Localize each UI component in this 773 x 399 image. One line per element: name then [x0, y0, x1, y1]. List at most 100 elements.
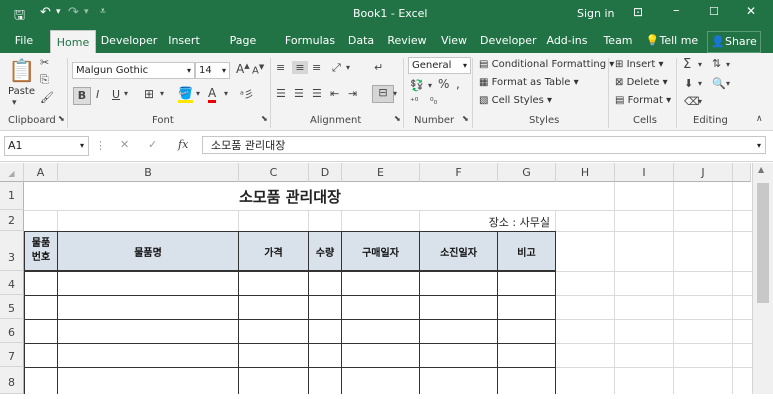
column-header-h[interactable]: H — [556, 163, 615, 182]
column-header-a[interactable]: A — [24, 163, 58, 182]
row-header-4[interactable]: 4 — [0, 271, 24, 295]
header-notes[interactable]: 비고 — [497, 231, 556, 271]
clipboard-launcher-icon[interactable]: ⬊ — [58, 114, 65, 123]
tab-add-ins[interactable]: Add-ins — [546, 29, 588, 53]
cell-styles-button[interactable]: ▧ Cell Styles ▾ — [479, 95, 552, 106]
header-price[interactable]: 가격 — [238, 231, 309, 271]
find-dropdown-icon[interactable]: ▾ — [726, 79, 730, 88]
top-align-icon[interactable]: ≡ — [276, 61, 285, 74]
scrollbar-thumb[interactable] — [757, 183, 769, 303]
decrease-font-icon[interactable]: A▼ — [252, 63, 264, 76]
font-name-select[interactable]: Malgun Gothic ▾ — [72, 62, 195, 79]
increase-font-icon[interactable]: A▲ — [236, 62, 250, 76]
column-header-j[interactable]: J — [674, 163, 733, 182]
clear-dropdown-icon[interactable]: ▾ — [698, 97, 702, 106]
bold-button[interactable]: B — [73, 87, 91, 105]
paste-label[interactable]: Paste — [8, 86, 35, 97]
column-header-d[interactable]: D — [309, 163, 342, 182]
maximize-icon[interactable]: ☐ — [709, 5, 719, 18]
worksheet-grid[interactable]: ◢ A B C D E F G H I J ▲ 1 2 3 4 5 6 7 8 … — [0, 163, 773, 394]
row-header-2[interactable]: 2 — [0, 210, 24, 231]
name-box[interactable]: A1 ▾ — [4, 136, 89, 156]
location-cell[interactable]: 장소 : 사무실 — [440, 214, 550, 230]
row-header-5[interactable]: 5 — [0, 295, 24, 319]
decrease-indent-icon[interactable]: ⇤ — [330, 87, 339, 100]
delete-cells-button[interactable]: ⊠ Delete ▾ — [615, 77, 668, 88]
minimize-icon[interactable]: – — [673, 3, 680, 18]
format-as-table-button[interactable]: ▦ Format as Table ▾ — [479, 77, 579, 88]
align-right-icon[interactable]: ☰ — [312, 87, 322, 100]
column-header-e[interactable]: E — [342, 163, 420, 182]
undo-dropdown-icon[interactable]: ▾ — [56, 7, 61, 17]
header-item-number[interactable]: 물품 번호 — [24, 231, 58, 271]
tab-file[interactable]: File — [8, 29, 40, 53]
bottom-align-icon[interactable]: ≡ — [312, 61, 321, 74]
paste-dropdown-icon[interactable]: ▾ — [12, 98, 17, 108]
format-painter-icon[interactable]: 🖌 — [40, 91, 54, 104]
cut-icon[interactable]: ✂ — [40, 56, 49, 69]
share-button[interactable]: 👤Share — [707, 31, 761, 53]
redo-dropdown-icon[interactable]: ▾ — [84, 7, 89, 17]
conditional-formatting-button[interactable]: ▤ Conditional Formatting ▾ — [479, 59, 614, 70]
column-header-c[interactable]: C — [239, 163, 309, 182]
clipboard-paste-icon[interactable]: 📋 — [8, 59, 35, 84]
header-used-up-date[interactable]: 소진일자 — [419, 231, 498, 271]
wrap-text-icon[interactable]: ↵ — [374, 61, 383, 74]
tab-review[interactable]: Review — [386, 29, 428, 53]
collapse-ribbon-icon[interactable]: ∧ — [756, 114, 763, 124]
alignment-launcher-icon[interactable]: ⬊ — [394, 114, 401, 123]
align-left-icon[interactable]: ☰ — [276, 87, 286, 100]
scroll-up-icon[interactable]: ▲ — [758, 165, 764, 174]
autosum-dropdown-icon[interactable]: ▾ — [698, 60, 702, 69]
header-item-name[interactable]: 물품명 — [57, 231, 239, 271]
increase-decimal-icon[interactable]: ⁺⁰ — [410, 97, 418, 107]
enter-icon[interactable]: ✓ — [148, 138, 157, 151]
number-format-select[interactable]: General ▾ — [408, 57, 471, 74]
orientation-icon[interactable]: ⤢ — [332, 61, 341, 75]
formula-input[interactable]: 소모품 관리대장 ▾ — [202, 136, 766, 154]
font-size-select[interactable]: 14 ▾ — [195, 62, 230, 79]
tell-me-box[interactable]: 💡Tell me — [644, 29, 700, 53]
customize-qat-icon[interactable]: ⩡ — [100, 6, 106, 17]
row-header-7[interactable]: 7 — [0, 343, 24, 367]
header-purchase-date[interactable]: 구매일자 — [341, 231, 420, 271]
column-header-b[interactable]: B — [58, 163, 239, 182]
save-icon[interactable]: 🖫 — [14, 6, 25, 28]
fill-color-icon[interactable]: 🪣 — [178, 86, 193, 103]
font-color-dropdown-icon[interactable]: ▾ — [224, 89, 228, 98]
tab-developer[interactable]: Developer — [100, 29, 158, 53]
percent-icon[interactable]: % — [438, 77, 449, 91]
ribbon-display-icon[interactable]: ⊡ — [633, 5, 643, 19]
column-header-i[interactable]: I — [615, 163, 674, 182]
row-header-8[interactable]: 8 — [0, 367, 24, 394]
more-options-icon[interactable]: ⋮ — [95, 139, 106, 152]
tab-home[interactable]: Home — [50, 30, 96, 54]
underline-dropdown-icon[interactable]: ▾ — [124, 89, 128, 98]
sign-in-link[interactable]: Sign in — [577, 7, 615, 20]
merged-title-cell[interactable]: 소모품 관리대장 — [24, 182, 556, 210]
tab-page-layout[interactable]: Page Layout — [212, 29, 274, 71]
tab-data[interactable]: Data — [346, 29, 376, 53]
italic-button[interactable]: I — [96, 88, 99, 101]
close-icon[interactable]: ✕ — [746, 4, 756, 18]
column-header-partial[interactable] — [733, 163, 751, 182]
middle-align-icon[interactable]: ≡ — [292, 61, 308, 74]
phonetic-icon[interactable]: ᵃ彡 — [240, 86, 254, 101]
underline-button[interactable]: U — [112, 88, 120, 101]
tab-team[interactable]: Team — [600, 29, 636, 53]
header-quantity[interactable]: 수량 — [308, 231, 342, 271]
select-all-corner[interactable]: ◢ — [0, 163, 24, 182]
fill-dropdown-icon[interactable]: ▾ — [196, 89, 200, 98]
column-header-f[interactable]: F — [420, 163, 498, 182]
tab-insert[interactable]: Insert — [166, 29, 202, 53]
tab-developer-2[interactable]: Developer — [480, 29, 537, 53]
insert-cells-button[interactable]: ⊞ Insert ▾ — [615, 59, 663, 70]
fill-icon[interactable]: ⬇ — [684, 77, 693, 90]
font-launcher-icon[interactable]: ⬊ — [261, 114, 268, 123]
merge-dropdown-icon[interactable]: ▾ — [393, 89, 397, 98]
comma-icon[interactable]: , — [456, 77, 460, 91]
font-color-icon[interactable]: A — [208, 86, 217, 103]
column-header-g[interactable]: G — [498, 163, 556, 182]
fill-dropdown-icon[interactable]: ▾ — [698, 79, 702, 88]
merge-center-icon[interactable]: ⊟ — [372, 85, 394, 103]
